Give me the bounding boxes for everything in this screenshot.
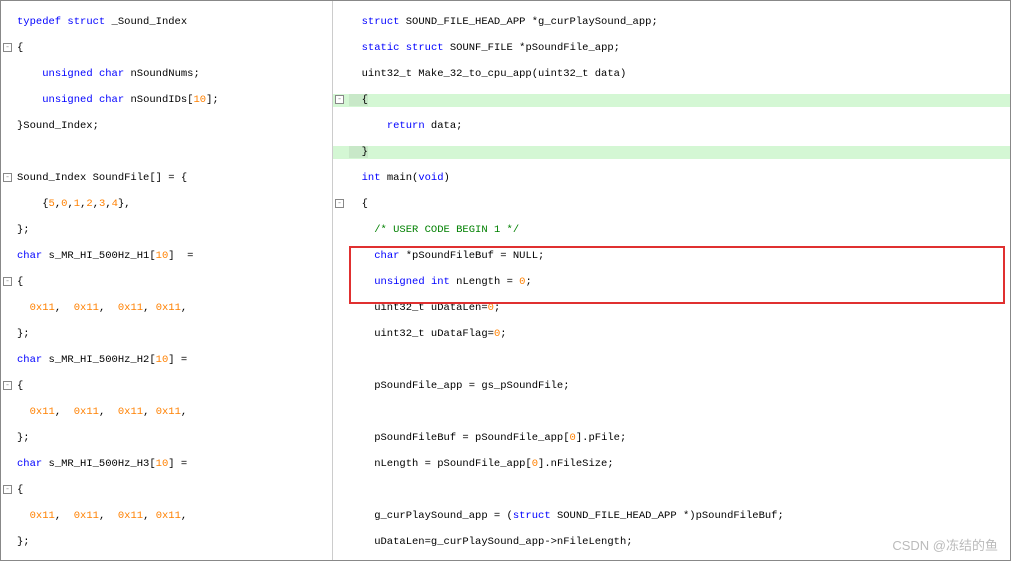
fold-icon[interactable]: - bbox=[3, 277, 12, 286]
watermark-text: CSDN @冻结的鱼 bbox=[892, 535, 998, 554]
fold-icon[interactable]: - bbox=[335, 95, 344, 104]
fold-icon[interactable]: - bbox=[3, 381, 12, 390]
fold-icon[interactable]: - bbox=[3, 43, 12, 52]
fold-icon[interactable]: - bbox=[3, 173, 12, 182]
fold-icon[interactable]: - bbox=[335, 199, 344, 208]
code-editor-container: typedef struct _Sound_Index -{ unsigned … bbox=[1, 1, 1010, 560]
fold-icon[interactable]: - bbox=[3, 485, 12, 494]
right-code-pane[interactable]: struct SOUND_FILE_HEAD_APP *g_curPlaySou… bbox=[333, 1, 1010, 560]
left-code-pane[interactable]: typedef struct _Sound_Index -{ unsigned … bbox=[1, 1, 333, 560]
